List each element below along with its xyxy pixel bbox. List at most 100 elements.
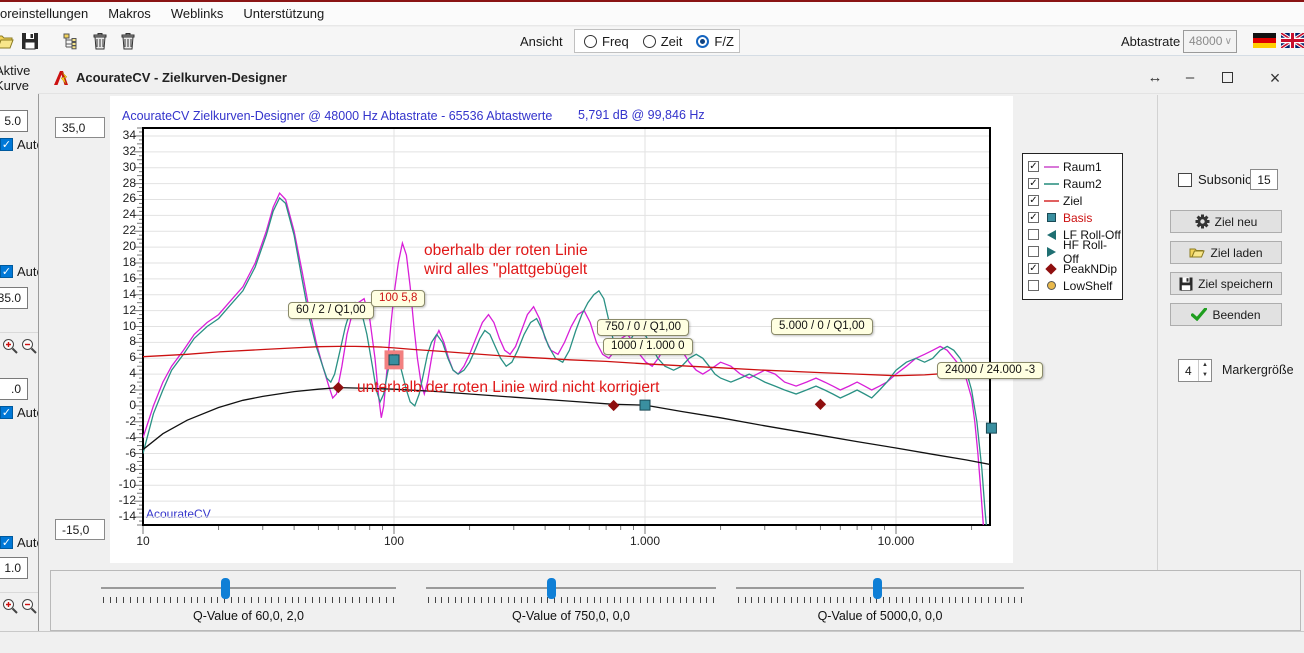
auto-checkbox-row-3[interactable]: ✓Auto: [0, 405, 38, 420]
zoom-out-icon[interactable]: [21, 598, 38, 618]
legend-label: Basis: [1063, 211, 1092, 225]
curve-value-mid-input[interactable]: 35.0: [0, 287, 28, 309]
diamond-symbol-icon: [1043, 265, 1059, 273]
marker-square[interactable]: [640, 400, 650, 410]
y-tick-label: 6: [106, 350, 136, 364]
marker-size-stepper[interactable]: 4 ▲▼: [1178, 359, 1212, 382]
view-radio-group: Freq Zeit F/Z: [574, 29, 740, 53]
save-icon[interactable]: [20, 31, 40, 51]
menu-item-unterstützung[interactable]: Unterstützung: [233, 4, 334, 23]
y-max-input[interactable]: 35,0: [55, 117, 105, 138]
y-tick-label: 12: [106, 303, 136, 317]
legend-item-basis[interactable]: ✓ Basis: [1028, 209, 1122, 226]
radio-selected-icon: [696, 35, 709, 48]
marker-diamond[interactable]: [608, 400, 619, 411]
slider-thumb[interactable]: [547, 578, 556, 599]
marker-diamond[interactable]: [815, 399, 826, 410]
y-tick-label: -4: [106, 430, 136, 444]
uk-flag-icon[interactable]: [1281, 33, 1301, 53]
checkbox-unchecked-icon: [1178, 173, 1192, 187]
curve-value-low-input[interactable]: .0: [0, 378, 28, 400]
slider-thumb[interactable]: [221, 578, 230, 599]
curve-list-icon[interactable]: [62, 31, 82, 51]
slider-label: Q-Value of 60,0, 2,0: [101, 609, 396, 623]
y-tick-label: 14: [106, 287, 136, 301]
checkbox-checked-icon[interactable]: ✓: [1028, 178, 1039, 189]
auto-checkbox-row-1[interactable]: ✓Auto: [0, 137, 38, 152]
german-flag-icon[interactable]: [1253, 33, 1273, 53]
subsonic-label: Subsonic: [1198, 172, 1251, 187]
radio-f-z[interactable]: F/Z: [696, 34, 734, 49]
legend-item-ziel[interactable]: ✓ Ziel: [1028, 192, 1122, 209]
checkbox-unchecked-icon[interactable]: [1028, 229, 1039, 240]
delete-all-icon[interactable]: [118, 31, 138, 51]
auto-checkbox-row-4[interactable]: ✓Auto: [0, 535, 38, 550]
delete-curve-icon[interactable]: [90, 31, 110, 51]
y-tick-label: 8: [106, 334, 136, 348]
status-bar: usgewählte Kurve: 2 Status: geändert V1.…: [0, 631, 1304, 653]
legend-item-hf-roll-off[interactable]: HF Roll-Off: [1028, 243, 1122, 260]
checkbox-unchecked-icon[interactable]: [1028, 280, 1039, 291]
zoom-in-icon[interactable]: [2, 598, 19, 618]
marker-diamond[interactable]: [333, 382, 344, 393]
checkbox-checked-icon[interactable]: ✓: [1028, 195, 1039, 206]
y-tick-label: 20: [106, 239, 136, 253]
slider-track[interactable]: [426, 587, 716, 589]
plot-area[interactable]: [123, 120, 1003, 550]
abtastrate-select[interactable]: 48000 ∨: [1183, 30, 1237, 53]
dock-button[interactable]: ↔: [1140, 66, 1170, 90]
menu-bar: oreinstellungenMakrosWeblinksUnterstützu…: [0, 2, 1304, 26]
legend-item-raum1[interactable]: ✓ Raum1: [1028, 158, 1122, 175]
y-tick-label: 16: [106, 271, 136, 285]
legend-item-peakndip[interactable]: ✓PeakNDip: [1028, 260, 1122, 277]
marker-square[interactable]: [389, 355, 399, 365]
zoom-out-icon[interactable]: [21, 338, 38, 358]
checkbox-checked-icon[interactable]: ✓: [1028, 212, 1039, 223]
curve-value-top-input[interactable]: 5.0: [0, 110, 28, 132]
y-tick-label: 10: [106, 319, 136, 333]
minimize-button[interactable]: –: [1175, 66, 1205, 90]
curve-value-bottom-input[interactable]: 1.0: [0, 557, 28, 579]
checkbox-checked-icon: ✓: [0, 265, 13, 278]
slider-thumb[interactable]: [873, 578, 882, 599]
beenden-button[interactable]: Beenden: [1170, 303, 1282, 326]
radio-freq[interactable]: Freq: [584, 34, 629, 49]
legend-label: Ziel: [1063, 194, 1082, 208]
checkbox-checked-icon[interactable]: ✓: [1028, 263, 1039, 274]
checkbox-unchecked-icon[interactable]: [1028, 246, 1039, 257]
stepper-arrows-icon[interactable]: ▲▼: [1198, 360, 1211, 381]
radio-zeit[interactable]: Zeit: [643, 34, 683, 49]
checkbox-checked-icon[interactable]: ✓: [1028, 161, 1039, 172]
menu-item-weblinks[interactable]: Weblinks: [161, 4, 234, 23]
legend-item-lowshelf[interactable]: LowShelf: [1028, 277, 1122, 294]
toolbar: Ansicht FreqZeitF/Z Abtastrate 48000 ∨: [0, 27, 1304, 56]
open-folder-icon[interactable]: [0, 31, 14, 51]
marker-square[interactable]: [986, 423, 996, 433]
auto-checkbox-row-2[interactable]: ✓Auto: [0, 264, 38, 279]
abtastrate-value: 48000: [1189, 34, 1222, 48]
subsonic-checkbox[interactable]: Subsonic: [1178, 172, 1251, 187]
active-curve-label: Aktive Kurve: [0, 63, 38, 93]
legend-item-raum2[interactable]: ✓Raum2: [1028, 175, 1122, 192]
x-tick-label: 10: [108, 534, 178, 548]
y-tick-label: 32: [106, 144, 136, 158]
ziel-laden-button[interactable]: Ziel laden: [1170, 241, 1282, 264]
menu-item-oreinstellungen[interactable]: oreinstellungen: [0, 4, 98, 23]
zoom-in-icon[interactable]: [2, 338, 19, 358]
abtastrate-label: Abtastrate: [1121, 34, 1180, 49]
maximize-button[interactable]: [1222, 72, 1233, 83]
legend-label: Raum1: [1063, 160, 1102, 174]
close-button[interactable]: ×: [1260, 66, 1290, 90]
divider: [1157, 95, 1158, 631]
y-tick-label: 2: [106, 382, 136, 396]
subsonic-value-input[interactable]: 15: [1250, 169, 1278, 190]
ziel-speichern-button[interactable]: Ziel speichern: [1170, 272, 1282, 295]
gear-icon: [1195, 214, 1210, 229]
chart-legend: ✓Raum1✓Raum2✓Ziel✓BasisLF Roll-OffHF Rol…: [1022, 153, 1123, 300]
slider-track[interactable]: [101, 587, 396, 589]
annotation-text-1: oberhalb der roten Linie wird alles "pla…: [424, 241, 588, 279]
menu-item-makros[interactable]: Makros: [98, 4, 161, 23]
y-min-input[interactable]: -15,0: [55, 519, 105, 540]
ziel-neu-button[interactable]: Ziel neu: [1170, 210, 1282, 233]
checkbox-checked-icon: ✓: [0, 138, 13, 151]
